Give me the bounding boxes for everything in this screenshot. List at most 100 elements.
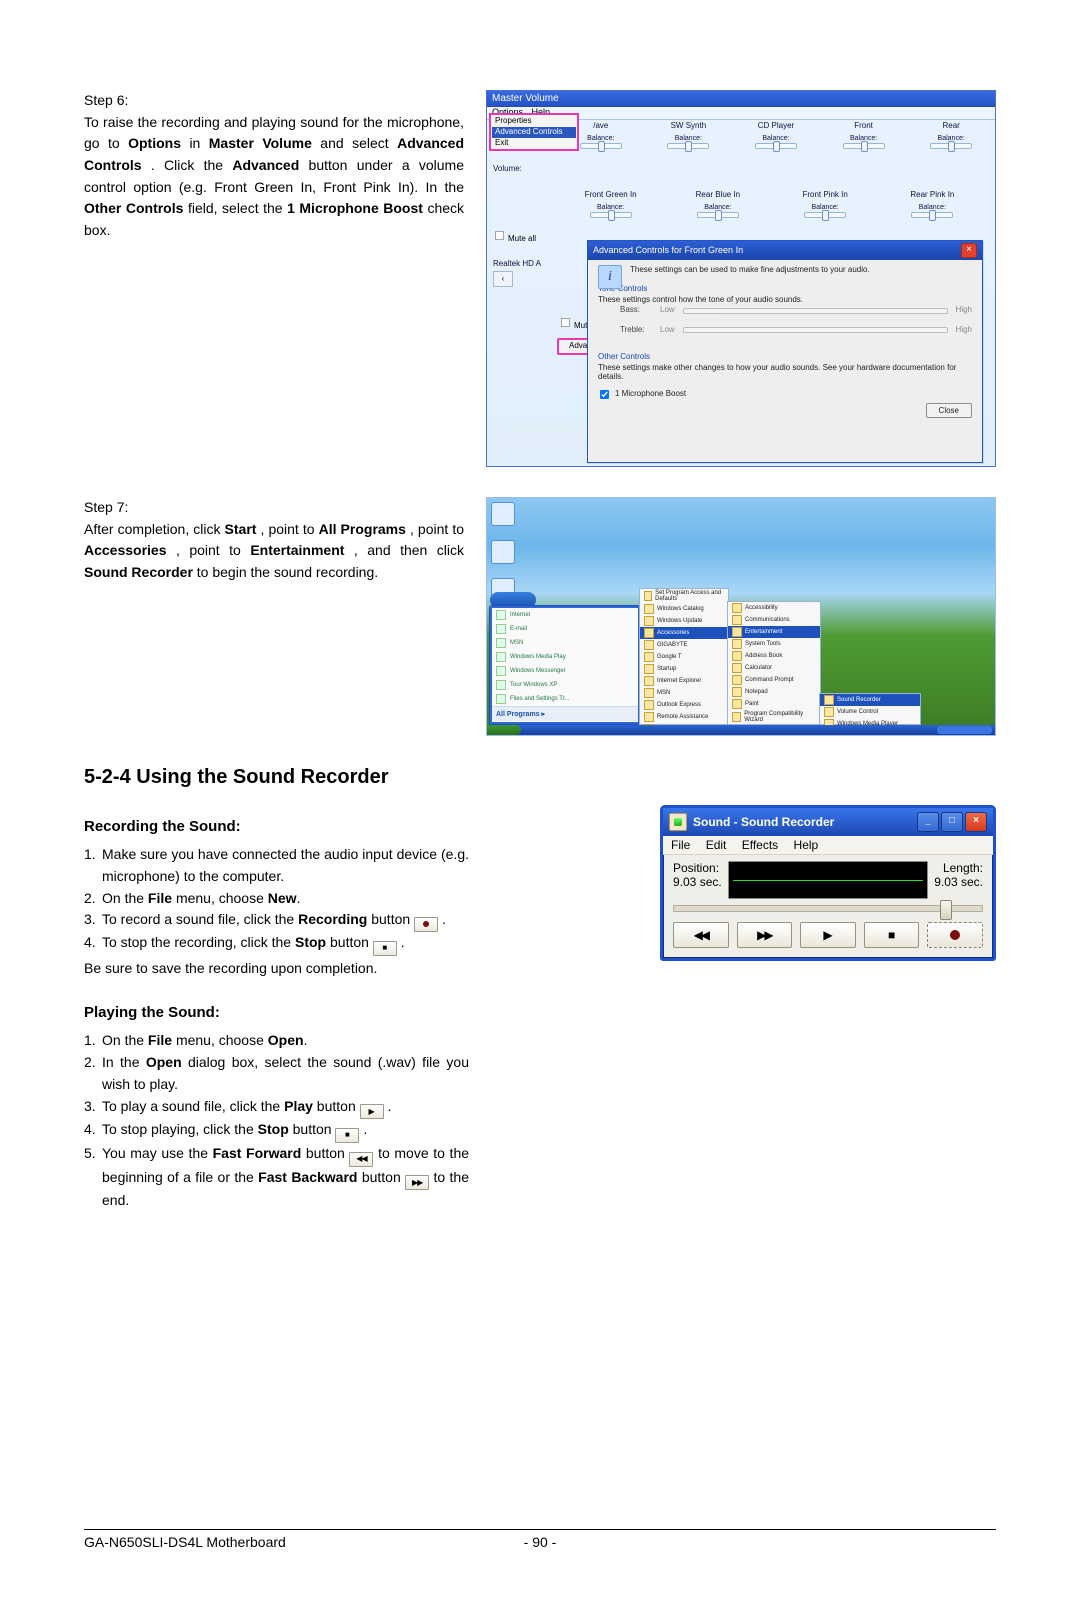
xp-desktop-screenshot: InternetE-mailMSNWindows Media PlayWindo… — [486, 497, 996, 736]
start-panel-item[interactable]: Tour Windows XP — [492, 678, 638, 692]
mute-all-checkbox[interactable]: Mute all — [493, 229, 536, 244]
stop-button[interactable] — [864, 922, 920, 948]
accessories-menu[interactable]: AccessibilityCommunicationsEntertainment… — [727, 601, 821, 725]
balance-slider[interactable] — [755, 143, 797, 149]
step7-label: Step 7: — [84, 497, 464, 519]
menu-item[interactable]: Address Book — [728, 650, 820, 662]
fast-forward-icon — [349, 1152, 373, 1167]
nav-left-icon[interactable]: ‹ — [493, 271, 513, 287]
mic-boost-checkbox[interactable]: 1 Microphone Boost — [598, 388, 972, 401]
forward-button[interactable] — [737, 922, 793, 948]
menu-item[interactable]: Notepad — [728, 686, 820, 698]
advanced-controls-title: Advanced Controls for Front Green In — [593, 246, 743, 256]
desktop-icon[interactable] — [491, 502, 515, 526]
start-panel-item[interactable]: Files and Settings Tr... — [492, 692, 638, 706]
start-panel-item[interactable]: MSN — [492, 636, 638, 650]
menu-item[interactable]: Sound Recorder — [820, 694, 920, 706]
treble-slider[interactable] — [683, 327, 948, 333]
sound-recorder-window: Sound - Sound Recorder _ □ × File Edit E… — [660, 805, 996, 961]
menu-effects[interactable]: Effects — [742, 838, 778, 852]
balance-slider[interactable] — [911, 212, 953, 218]
rewind-button[interactable] — [673, 922, 729, 948]
menu-item[interactable]: Accessibility — [728, 602, 820, 614]
menu-item[interactable]: Set Program Access and Defaults — [640, 589, 728, 603]
menu-item[interactable]: Windows Update — [640, 615, 728, 627]
start-panel-item[interactable]: Windows Messenger — [492, 664, 638, 678]
close-button[interactable]: Close — [926, 403, 972, 418]
step6-text: Step 6: To raise the recording and playi… — [84, 90, 464, 467]
step7-text: Step 7: After completion, click Start , … — [84, 497, 464, 736]
footer-product: GA-N650SLI-DS4L Motherboard — [84, 1534, 286, 1550]
balance-slider[interactable] — [590, 212, 632, 218]
close-icon[interactable]: × — [961, 243, 977, 258]
menu-help[interactable]: Help — [794, 838, 819, 852]
position-slider[interactable] — [673, 905, 983, 912]
taskbar[interactable] — [487, 725, 995, 735]
play-button[interactable] — [800, 922, 856, 948]
minimize-icon[interactable]: _ — [917, 812, 939, 832]
recording-heading: Recording the Sound: — [84, 815, 469, 838]
sound-recorder-title: Sound - Sound Recorder — [693, 815, 834, 829]
start-panel[interactable]: InternetE-mailMSNWindows Media PlayWindo… — [489, 605, 641, 725]
play-icon — [360, 1104, 384, 1119]
menu-item[interactable]: System Tools — [728, 638, 820, 650]
step6-label: Step 6: — [84, 90, 464, 112]
balance-slider[interactable] — [930, 143, 972, 149]
menu-item[interactable]: Communications — [728, 614, 820, 626]
maximize-icon[interactable]: □ — [941, 812, 963, 832]
start-button[interactable] — [487, 725, 521, 735]
length-readout: Length: 9.03 sec. — [934, 861, 983, 889]
bass-slider[interactable] — [683, 308, 948, 314]
slider-thumb[interactable] — [940, 900, 952, 920]
menu-item[interactable]: Windows Messenger — [640, 735, 728, 736]
device-label: Realtek HD A — [493, 260, 541, 269]
fast-backward-icon — [405, 1175, 429, 1190]
menu-item[interactable]: GIGABYTE — [640, 639, 728, 651]
stop-icon — [335, 1128, 359, 1143]
sound-recorder-menubar[interactable]: File Edit Effects Help — [663, 836, 993, 855]
options-menu-popup[interactable]: Properties Advanced Controls Exit — [489, 113, 579, 151]
menu-item[interactable]: Outlook Express — [640, 699, 728, 711]
start-panel-item[interactable]: E-mail — [492, 622, 638, 636]
balance-slider[interactable] — [843, 143, 885, 149]
start-panel-item[interactable]: Windows Media Play — [492, 650, 638, 664]
footer-page-number: - 90 - — [524, 1534, 557, 1550]
playing-heading: Playing the Sound: — [84, 1001, 469, 1024]
sound-recorder-icon — [669, 813, 687, 831]
balance-slider[interactable] — [667, 143, 709, 149]
all-programs-menu[interactable]: Set Program Access and DefaultsWindows C… — [639, 588, 729, 725]
balance-slider[interactable] — [804, 212, 846, 218]
menu-item[interactable]: Volume Control — [820, 706, 920, 718]
close-icon[interactable]: × — [965, 812, 987, 832]
menu-item[interactable]: Accessories — [640, 627, 728, 639]
menu-item[interactable]: Calculator — [728, 662, 820, 674]
menu-item[interactable]: Remote Assistance — [640, 711, 728, 723]
menu-item[interactable]: Windows Catalog — [640, 603, 728, 615]
advanced-info-text: These settings can be used to make fine … — [598, 266, 972, 275]
menu-item[interactable]: Command Prompt — [728, 674, 820, 686]
stop-icon — [373, 941, 397, 956]
menu-edit[interactable]: Edit — [706, 838, 727, 852]
menu-item[interactable]: Paint — [728, 698, 820, 710]
page-footer: GA-N650SLI-DS4L Motherboard - 90 - — [84, 1529, 996, 1550]
position-readout: Position: 9.03 sec. — [673, 861, 722, 889]
record-button[interactable] — [927, 922, 983, 948]
menu-file[interactable]: File — [671, 838, 690, 852]
volume-label: Volume: — [493, 165, 522, 174]
master-volume-window: Master Volume Options Help Properties Ad… — [486, 90, 996, 467]
menu-item[interactable]: Program Compatibility Wizard — [728, 710, 820, 724]
master-volume-title: Master Volume — [487, 91, 995, 107]
all-programs-button[interactable]: All Programs ▸ — [492, 706, 638, 721]
section-heading-524: 5-2-4 Using the Sound Recorder — [84, 766, 996, 789]
desktop-icon[interactable] — [491, 540, 515, 564]
menu-item[interactable]: Startup — [640, 663, 728, 675]
menu-item[interactable]: Google T — [640, 651, 728, 663]
start-panel-item[interactable]: Internet — [492, 608, 638, 622]
menu-item[interactable]: MSN — [640, 687, 728, 699]
balance-slider[interactable] — [697, 212, 739, 218]
menu-item[interactable]: Entertainment — [728, 626, 820, 638]
balance-slider[interactable] — [580, 143, 622, 149]
menu-item[interactable]: Internet Explorer — [640, 675, 728, 687]
entertainment-menu[interactable]: Sound RecorderVolume ControlWindows Medi… — [819, 693, 921, 725]
system-tray[interactable] — [937, 726, 992, 734]
